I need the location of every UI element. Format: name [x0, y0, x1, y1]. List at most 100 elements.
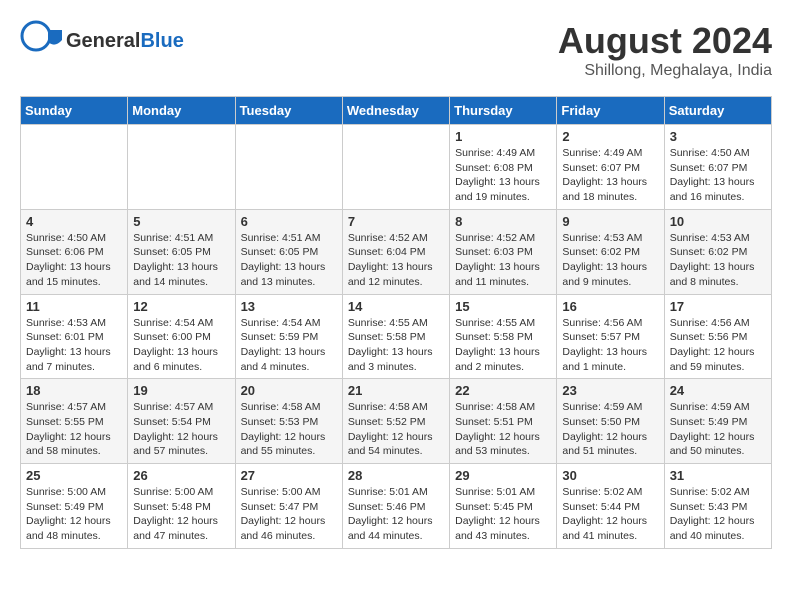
calendar-week-row: 11 Sunrise: 4:53 AM Sunset: 6:01 PM Dayli…	[21, 294, 772, 379]
calendar-cell	[235, 125, 342, 210]
calendar-table: SundayMondayTuesdayWednesdayThursdayFrid…	[20, 96, 772, 549]
calendar-week-row: 1 Sunrise: 4:49 AM Sunset: 6:08 PM Daylig…	[21, 125, 772, 210]
day-info: Sunrise: 4:52 AM Sunset: 6:04 PM Dayligh…	[348, 231, 444, 290]
weekday-header-monday: Monday	[128, 97, 235, 125]
day-number: 8	[455, 214, 551, 229]
calendar-cell: 2 Sunrise: 4:49 AM Sunset: 6:07 PM Daylig…	[557, 125, 664, 210]
weekday-header-saturday: Saturday	[664, 97, 771, 125]
day-info: Sunrise: 5:00 AM Sunset: 5:48 PM Dayligh…	[133, 485, 229, 544]
day-number: 15	[455, 299, 551, 314]
calendar-cell: 20 Sunrise: 4:58 AM Sunset: 5:53 PM Dayli…	[235, 379, 342, 464]
calendar-cell: 22 Sunrise: 4:58 AM Sunset: 5:51 PM Dayli…	[450, 379, 557, 464]
day-number: 29	[455, 468, 551, 483]
day-number: 10	[670, 214, 766, 229]
day-info: Sunrise: 4:50 AM Sunset: 6:06 PM Dayligh…	[26, 231, 122, 290]
calendar-cell: 26 Sunrise: 5:00 AM Sunset: 5:48 PM Dayli…	[128, 464, 235, 549]
day-info: Sunrise: 4:58 AM Sunset: 5:52 PM Dayligh…	[348, 400, 444, 459]
location: Shillong, Meghalaya, India	[558, 62, 772, 80]
day-info: Sunrise: 4:58 AM Sunset: 5:53 PM Dayligh…	[241, 400, 337, 459]
day-info: Sunrise: 4:49 AM Sunset: 6:07 PM Dayligh…	[562, 146, 658, 205]
day-number: 1	[455, 129, 551, 144]
day-info: Sunrise: 5:01 AM Sunset: 5:46 PM Dayligh…	[348, 485, 444, 544]
day-info: Sunrise: 4:57 AM Sunset: 5:55 PM Dayligh…	[26, 400, 122, 459]
day-number: 14	[348, 299, 444, 314]
calendar-cell: 13 Sunrise: 4:54 AM Sunset: 5:59 PM Dayli…	[235, 294, 342, 379]
calendar-week-row: 18 Sunrise: 4:57 AM Sunset: 5:55 PM Dayli…	[21, 379, 772, 464]
day-number: 6	[241, 214, 337, 229]
month-year: August 2024	[558, 20, 772, 62]
day-number: 11	[26, 299, 122, 314]
day-info: Sunrise: 4:51 AM Sunset: 6:05 PM Dayligh…	[133, 231, 229, 290]
day-number: 24	[670, 383, 766, 398]
calendar-cell	[342, 125, 449, 210]
logo-text: GeneralBlue	[66, 30, 184, 53]
calendar-cell: 28Sunrise: 5:01 AM Sunset: 5:46 PM Dayli…	[342, 464, 449, 549]
day-info: Sunrise: 4:59 AM Sunset: 5:49 PM Dayligh…	[670, 400, 766, 459]
day-number: 9	[562, 214, 658, 229]
day-info: Sunrise: 4:54 AM Sunset: 6:00 PM Dayligh…	[133, 316, 229, 375]
day-number: 2	[562, 129, 658, 144]
day-number: 31	[670, 468, 766, 483]
calendar-cell: 23 Sunrise: 4:59 AM Sunset: 5:50 PM Dayli…	[557, 379, 664, 464]
calendar-cell: 10 Sunrise: 4:53 AM Sunset: 6:02 PM Dayli…	[664, 209, 771, 294]
day-number: 5	[133, 214, 229, 229]
day-info: Sunrise: 4:49 AM Sunset: 6:08 PM Dayligh…	[455, 146, 551, 205]
day-info: Sunrise: 4:53 AM Sunset: 6:02 PM Dayligh…	[670, 231, 766, 290]
day-number: 22	[455, 383, 551, 398]
logo-icon	[20, 20, 62, 62]
weekday-header-wednesday: Wednesday	[342, 97, 449, 125]
day-info: Sunrise: 4:56 AM Sunset: 5:56 PM Dayligh…	[670, 316, 766, 375]
calendar-cell: 16 Sunrise: 4:56 AM Sunset: 5:57 PM Dayli…	[557, 294, 664, 379]
calendar-cell: 14 Sunrise: 4:55 AM Sunset: 5:58 PM Dayli…	[342, 294, 449, 379]
logo: GeneralBlue	[20, 20, 184, 62]
day-info: Sunrise: 4:55 AM Sunset: 5:58 PM Dayligh…	[348, 316, 444, 375]
day-number: 20	[241, 383, 337, 398]
day-number: 30	[562, 468, 658, 483]
calendar-cell: 30 Sunrise: 5:02 AM Sunset: 5:44 PM Dayli…	[557, 464, 664, 549]
calendar-cell: 6Sunrise: 4:51 AM Sunset: 6:05 PM Daylig…	[235, 209, 342, 294]
day-number: 18	[26, 383, 122, 398]
calendar-cell: 15Sunrise: 4:55 AM Sunset: 5:58 PM Dayli…	[450, 294, 557, 379]
day-number: 16	[562, 299, 658, 314]
day-number: 25	[26, 468, 122, 483]
day-number: 17	[670, 299, 766, 314]
day-info: Sunrise: 4:53 AM Sunset: 6:02 PM Dayligh…	[562, 231, 658, 290]
day-number: 4	[26, 214, 122, 229]
calendar-cell: 5 Sunrise: 4:51 AM Sunset: 6:05 PM Daylig…	[128, 209, 235, 294]
page-header: GeneralBlue August 2024 Shillong, Meghal…	[20, 20, 772, 80]
calendar-cell: 27Sunrise: 5:00 AM Sunset: 5:47 PM Dayli…	[235, 464, 342, 549]
day-number: 23	[562, 383, 658, 398]
day-number: 3	[670, 129, 766, 144]
calendar-cell: 25Sunrise: 5:00 AM Sunset: 5:49 PM Dayli…	[21, 464, 128, 549]
calendar-cell: 7Sunrise: 4:52 AM Sunset: 6:04 PM Daylig…	[342, 209, 449, 294]
day-info: Sunrise: 4:56 AM Sunset: 5:57 PM Dayligh…	[562, 316, 658, 375]
day-info: Sunrise: 4:53 AM Sunset: 6:01 PM Dayligh…	[26, 316, 122, 375]
day-number: 13	[241, 299, 337, 314]
calendar-week-row: 25Sunrise: 5:00 AM Sunset: 5:49 PM Dayli…	[21, 464, 772, 549]
day-info: Sunrise: 4:58 AM Sunset: 5:51 PM Dayligh…	[455, 400, 551, 459]
weekday-header-friday: Friday	[557, 97, 664, 125]
calendar-cell: 19Sunrise: 4:57 AM Sunset: 5:54 PM Dayli…	[128, 379, 235, 464]
day-info: Sunrise: 5:02 AM Sunset: 5:43 PM Dayligh…	[670, 485, 766, 544]
calendar-cell: 3 Sunrise: 4:50 AM Sunset: 6:07 PM Daylig…	[664, 125, 771, 210]
calendar-cell: 8Sunrise: 4:52 AM Sunset: 6:03 PM Daylig…	[450, 209, 557, 294]
day-info: Sunrise: 4:50 AM Sunset: 6:07 PM Dayligh…	[670, 146, 766, 205]
day-number: 26	[133, 468, 229, 483]
day-info: Sunrise: 4:59 AM Sunset: 5:50 PM Dayligh…	[562, 400, 658, 459]
calendar-cell: 24 Sunrise: 4:59 AM Sunset: 5:49 PM Dayli…	[664, 379, 771, 464]
calendar-cell: 21 Sunrise: 4:58 AM Sunset: 5:52 PM Dayli…	[342, 379, 449, 464]
calendar-cell: 29 Sunrise: 5:01 AM Sunset: 5:45 PM Dayli…	[450, 464, 557, 549]
calendar-cell: 9 Sunrise: 4:53 AM Sunset: 6:02 PM Daylig…	[557, 209, 664, 294]
calendar-cell: 1 Sunrise: 4:49 AM Sunset: 6:08 PM Daylig…	[450, 125, 557, 210]
day-info: Sunrise: 5:01 AM Sunset: 5:45 PM Dayligh…	[455, 485, 551, 544]
calendar-cell	[21, 125, 128, 210]
calendar-cell: 17 Sunrise: 4:56 AM Sunset: 5:56 PM Dayli…	[664, 294, 771, 379]
calendar-header-row: SundayMondayTuesdayWednesdayThursdayFrid…	[21, 97, 772, 125]
calendar-week-row: 4 Sunrise: 4:50 AM Sunset: 6:06 PM Daylig…	[21, 209, 772, 294]
day-info: Sunrise: 4:54 AM Sunset: 5:59 PM Dayligh…	[241, 316, 337, 375]
day-info: Sunrise: 5:02 AM Sunset: 5:44 PM Dayligh…	[562, 485, 658, 544]
day-info: Sunrise: 4:57 AM Sunset: 5:54 PM Dayligh…	[133, 400, 229, 459]
calendar-cell: 18 Sunrise: 4:57 AM Sunset: 5:55 PM Dayli…	[21, 379, 128, 464]
calendar-cell: 31 Sunrise: 5:02 AM Sunset: 5:43 PM Dayli…	[664, 464, 771, 549]
day-number: 21	[348, 383, 444, 398]
